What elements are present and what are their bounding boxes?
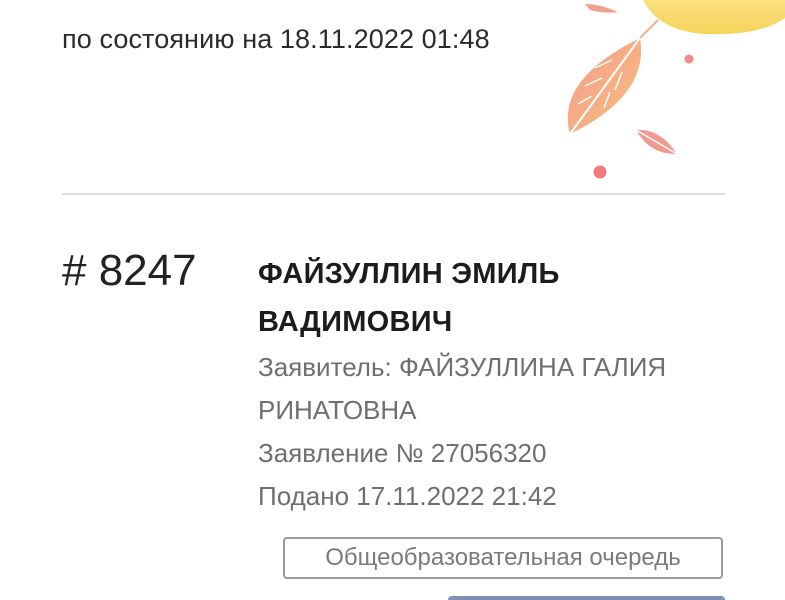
autumn-decoration xyxy=(567,0,785,179)
sun-icon xyxy=(643,0,785,35)
queue-position-number: # 8247 xyxy=(62,246,197,295)
leaf-icon xyxy=(567,4,678,155)
child-name-line-1: ФАЙЗУЛЛИН ЭМИЛЬ xyxy=(258,258,560,290)
status-timestamp: по состоянию на 18.11.2022 01:48 xyxy=(62,24,490,54)
queue-status-screen: по состоянию на 18.11.2022 01:48 # 8247 … xyxy=(0,0,785,600)
applicant-line-1: Заявитель: ФАЙЗУЛЛИНА ГАЛИЯ xyxy=(258,352,667,382)
action-button[interactable] xyxy=(448,596,725,600)
queue-type-badge: Общеобразовательная очередь xyxy=(283,537,723,579)
child-name-line-2: ВАДИМОВИЧ xyxy=(258,306,453,338)
section-divider xyxy=(62,193,725,195)
submitted-date: Подано 17.11.2022 21:42 xyxy=(258,481,557,511)
application-info: ФАЙЗУЛЛИН ЭМИЛЬ ВАДИМОВИЧ Заявитель: ФАЙ… xyxy=(258,250,728,518)
application-number: Заявление № 27056320 xyxy=(258,438,547,468)
applicant-line-2: РИНАТОВНА xyxy=(258,395,417,425)
